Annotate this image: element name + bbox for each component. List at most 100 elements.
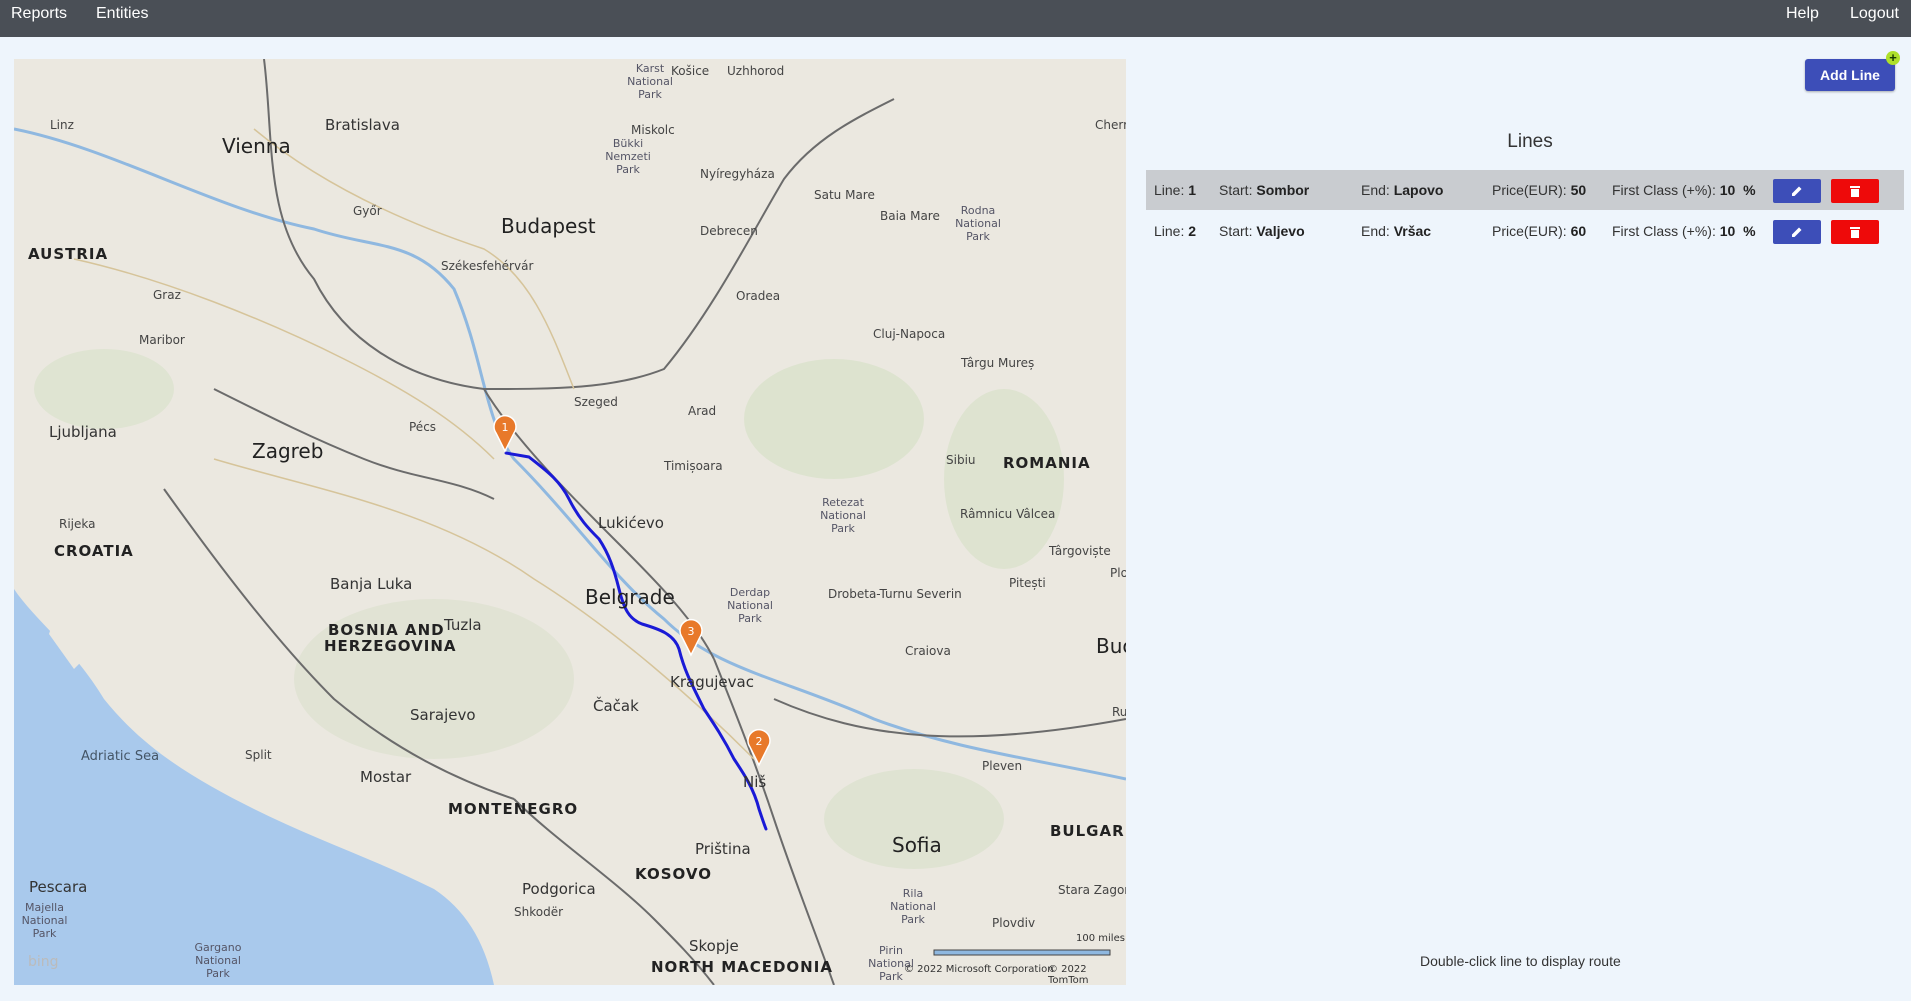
- delete-line-button[interactable]: [1831, 179, 1879, 203]
- map-label-city: Sarajevo: [410, 706, 476, 724]
- route-marker-3[interactable]: 3: [676, 617, 706, 657]
- map-label-park: Bükki Nemzeti Park: [605, 137, 651, 176]
- map-label-capital: Vienna: [222, 134, 291, 158]
- map-label-city: Pitești: [1009, 576, 1046, 590]
- nav-help-link[interactable]: Help: [1786, 5, 1819, 23]
- map-attribution-tomtom: © 2022 TomTom: [1048, 964, 1089, 985]
- map-label-city: Miskolc: [631, 123, 675, 137]
- map-label-park: Rila National Park: [890, 887, 936, 926]
- line-start-label: Start:: [1219, 223, 1253, 239]
- pencil-icon: [1792, 227, 1802, 237]
- add-line-button[interactable]: Add Line: [1805, 59, 1895, 91]
- map-label-city: Oradea: [736, 289, 781, 303]
- map-label-city: Székesfehérvár: [441, 259, 534, 273]
- map-label-city: Satu Mare: [814, 188, 875, 202]
- line-first-class-percent: %: [1743, 223, 1756, 239]
- line-price-value: 60: [1570, 223, 1587, 239]
- map-label-country: MONTENEGRO: [448, 800, 579, 818]
- line-start-label: Start:: [1219, 182, 1253, 198]
- line-row-1[interactable]: Line: 1 Start: Sombor End: Lapovo Price(…: [1146, 170, 1904, 210]
- route-marker-1-label: 1: [502, 421, 509, 434]
- map-label-city: Ru: [1112, 705, 1126, 719]
- map-label-country: CROATIA: [54, 542, 134, 560]
- map-label-capital: Sofia: [892, 833, 942, 857]
- line-start-value: Sombor: [1256, 182, 1310, 198]
- add-plus-icon: +: [1886, 51, 1900, 65]
- line-first-class-value: 10: [1719, 182, 1736, 198]
- lines-heading: Lines: [1507, 131, 1553, 152]
- map-label-city: Cluj-Napoca: [873, 327, 946, 341]
- map-label-park: Gargano National Park: [194, 941, 242, 980]
- map-label-city: Graz: [153, 288, 181, 302]
- map-label-country: ROMANIA: [1003, 454, 1091, 472]
- map-label-city: Ljubljana: [49, 423, 117, 441]
- map-label-city: Pécs: [409, 420, 437, 434]
- line-price-label: Price(EUR):: [1492, 223, 1567, 239]
- route-marker-2-label: 2: [756, 735, 763, 748]
- map-label-city: Priština: [695, 840, 751, 858]
- map-view[interactable]: 1 3 2 AUSTRIA CROATIA BOSNIA AND HERZEGO…: [14, 59, 1126, 985]
- pencil-icon: [1792, 186, 1802, 196]
- line-first-class-label: First Class (+%):: [1612, 223, 1716, 239]
- map-label-country: KOSOVO: [635, 865, 712, 883]
- map-label-city: Buc: [1096, 634, 1126, 658]
- map-label-country: BULGARIA: [1050, 822, 1126, 840]
- map-label-city: Plo: [1110, 566, 1126, 580]
- top-nav-bar: Reports Entities Help Logout: [0, 0, 1911, 37]
- map-label-city: Nyíregyháza: [700, 167, 775, 181]
- line-price-label: Price(EUR):: [1492, 182, 1567, 198]
- map-label-country: NORTH MACEDONIA: [651, 958, 833, 976]
- map-label-city: Craiova: [905, 644, 951, 658]
- map-label-city: Mostar: [360, 768, 412, 786]
- nav-logout-link[interactable]: Logout: [1850, 5, 1899, 23]
- map-label-city: Stara Zagora: [1058, 883, 1126, 897]
- map-label-country: AUSTRIA: [28, 245, 109, 263]
- map-label-city: Pleven: [982, 759, 1023, 773]
- map-label-park: Rodna National Park: [955, 204, 1001, 243]
- map-label-city: Baia Mare: [880, 209, 940, 223]
- map-label-city: Lukićevo: [598, 514, 664, 532]
- line-end-label: End:: [1361, 182, 1390, 198]
- map-canvas: [14, 59, 1126, 985]
- route-hint-text: Double-click line to display route: [1420, 953, 1621, 969]
- route-marker-2[interactable]: 2: [744, 727, 774, 767]
- map-label-city: Banja Luka: [330, 575, 413, 593]
- nav-reports-link[interactable]: Reports: [11, 5, 67, 23]
- edit-line-button[interactable]: [1773, 220, 1821, 244]
- map-label-city: Kragujevac: [670, 673, 754, 691]
- map-label-city: Linz: [50, 118, 74, 132]
- route-marker-1[interactable]: 1: [490, 413, 520, 453]
- map-label-city: Arad: [688, 404, 717, 418]
- line-first-class-label: First Class (+%):: [1612, 182, 1716, 198]
- map-label-city: Tuzla: [444, 616, 482, 634]
- line-start-value: Valjevo: [1256, 223, 1305, 239]
- edit-line-button[interactable]: [1773, 179, 1821, 203]
- line-end-value: Lapovo: [1393, 182, 1444, 198]
- trash-icon: [1850, 186, 1860, 197]
- bing-logo: bing: [28, 954, 59, 970]
- trash-icon: [1850, 227, 1860, 238]
- nav-entities-link[interactable]: Entities: [96, 5, 148, 23]
- line-end-value: Vršac: [1393, 223, 1432, 239]
- map-scale-label: 100 miles: [1076, 933, 1125, 944]
- map-label-city: Râmnicu Vâlcea: [960, 507, 1056, 521]
- map-label-city: Szeged: [574, 395, 618, 409]
- map-label-country: HERZEGOVINA: [324, 637, 457, 655]
- route-marker-3-label: 3: [688, 625, 695, 638]
- map-label-city: Drobeta-Turnu Severin: [828, 587, 962, 601]
- map-label-city: Podgorica: [522, 880, 596, 898]
- map-label-capital: Zagreb: [252, 439, 324, 463]
- map-label-capital: Belgrade: [585, 585, 675, 609]
- map-label-city: Bratislava: [325, 116, 400, 134]
- line-row-2[interactable]: Line: 2 Start: Valjevo End: Vršac Price(…: [1146, 211, 1904, 251]
- map-label-city: Debrecen: [700, 224, 758, 238]
- map-label-city: Plovdiv: [992, 916, 1036, 930]
- map-label-city: Cherr: [1095, 118, 1126, 132]
- delete-line-button[interactable]: [1831, 220, 1879, 244]
- map-label-city: Sibiu: [946, 453, 976, 467]
- line-end-label: End:: [1361, 223, 1390, 239]
- map-label-city: Rijeka: [59, 517, 96, 531]
- map-label-park: Retezat National Park: [820, 496, 866, 535]
- map-label-city: Târgu Mureș: [961, 356, 1035, 370]
- map-label-park: Derdap National Park: [727, 586, 773, 625]
